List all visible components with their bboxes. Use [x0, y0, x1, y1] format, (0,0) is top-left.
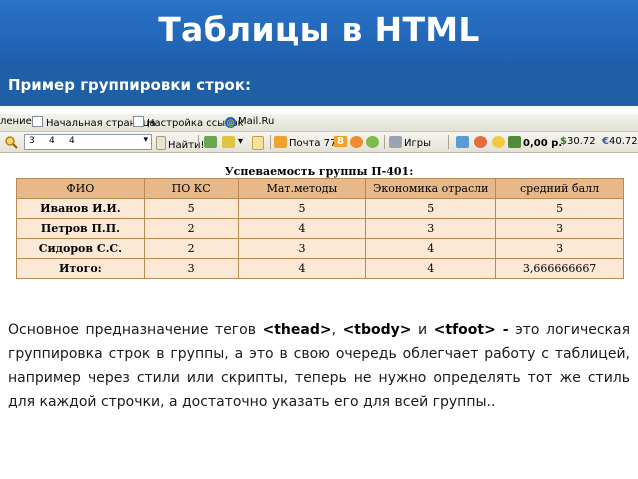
grade-cell: 5 [143, 198, 239, 219]
grade-cell: 5 [365, 198, 497, 219]
grade-cell: 3 [237, 238, 367, 259]
grades-table: ФИО ПО КС Мат.методы Экономика отрасли с… [16, 178, 624, 279]
average-cell: 5 [495, 198, 624, 219]
table-footer-row: Итого: 3 4 4 3,666666667 [16, 258, 624, 279]
average-cell: 3 [495, 218, 624, 239]
games-button[interactable]: Игры [389, 136, 431, 149]
toolbar-separator [198, 135, 199, 149]
table-caption: Успеваемость группы П-401: [224, 165, 414, 178]
toolbar-dropdown-icon[interactable]: ▾ [238, 136, 243, 147]
tbody-tag: <tbody> [342, 322, 412, 338]
money-button[interactable]: 0,00 р. [508, 136, 562, 149]
dollar-icon: $ [560, 136, 567, 147]
eur-rate[interactable]: €40.72 [602, 136, 638, 147]
gamepad-icon [389, 136, 402, 148]
student-name-cell: Сидоров С.С. [16, 238, 145, 259]
column-header: ФИО [16, 178, 145, 199]
bookmarks-bar: ление Начальная страница Настройка ссыло… [0, 114, 638, 132]
slide-title: Таблицы в HTML [158, 10, 480, 49]
grade-cell: 2 [143, 238, 239, 259]
total-label-cell: Итого: [16, 258, 145, 279]
column-header: средний балл [495, 178, 624, 199]
total-average-cell: 3,666666667 [495, 258, 624, 279]
table-body: Иванов И.И. 5 5 5 5 Петров П.П. 2 4 3 3 … [16, 198, 624, 259]
column-header: Экономика отрасли [365, 178, 497, 199]
average-cell: 3 [495, 238, 624, 259]
column-header: ПО КС [143, 178, 239, 199]
mail-button[interactable]: Почта 77 [274, 136, 336, 149]
bookmark-item[interactable]: @ Mail.Ru [225, 116, 274, 128]
grade-cell: 2 [143, 218, 239, 239]
search-icon[interactable] [4, 135, 20, 152]
browser-screenshot: ление Начальная страница Настройка ссыло… [0, 114, 638, 296]
wallet-icon [508, 136, 521, 148]
student-name-cell: Петров П.П. [16, 218, 145, 239]
thead-tag: <thead> [262, 322, 332, 338]
page-icon [133, 116, 144, 127]
description-text: Основное предназначение тегов <thead>, <… [8, 322, 630, 410]
toolbar: 3 4 4 ▾ Найти! ▾ Почта 77 8 Игры 0,00 р.… [0, 132, 638, 153]
mail-badge[interactable]: 8 [334, 136, 347, 147]
total-cell: 3 [143, 258, 239, 279]
page-icon [32, 116, 43, 127]
slide-subtitle: Пример группировки строк: [8, 76, 252, 94]
search-input[interactable]: 3 4 4 ▾ [24, 134, 152, 150]
toolbar-separator [270, 135, 271, 149]
grade-cell: 3 [365, 218, 497, 239]
student-name-cell: Иванов И.И. [16, 198, 145, 219]
mailru-icon: @ [225, 117, 236, 128]
table-row: Сидоров С.С. 2 3 4 3 [16, 238, 624, 259]
agent-icon[interactable] [350, 136, 365, 149]
table-row: Петров П.П. 2 4 3 3 [16, 218, 624, 239]
agent-status-icon[interactable] [366, 136, 381, 149]
weather-icon[interactable] [492, 136, 507, 149]
total-cell: 4 [365, 258, 497, 279]
column-header: Мат.методы [237, 178, 367, 199]
grade-cell: 4 [365, 238, 497, 259]
table-header-row: ФИО ПО КС Мат.методы Экономика отрасли с… [16, 178, 624, 199]
table-foot: Итого: 3 4 4 3,666666667 [16, 258, 624, 279]
note-icon[interactable] [252, 136, 266, 151]
spell-icon[interactable] [204, 136, 219, 149]
photo-icon[interactable] [456, 136, 471, 149]
bookmark-item[interactable]: ление [0, 116, 32, 127]
highlight-icon[interactable] [222, 136, 237, 149]
table-row: Иванов И.И. 5 5 5 5 [16, 198, 624, 219]
euro-icon: € [602, 136, 609, 147]
envelope-icon [274, 136, 287, 148]
table-head: ФИО ПО КС Мат.методы Экономика отрасли с… [16, 178, 624, 199]
find-icon [156, 136, 166, 150]
chevron-down-icon[interactable]: ▾ [143, 135, 148, 145]
grade-cell: 5 [237, 198, 367, 219]
total-cell: 4 [237, 258, 367, 279]
grade-cell: 4 [237, 218, 367, 239]
tfoot-tag: <tfoot> - [433, 322, 509, 338]
music-icon[interactable] [474, 136, 489, 149]
usd-rate[interactable]: $30.72 [560, 136, 596, 147]
toolbar-separator [448, 135, 449, 149]
toolbar-separator [384, 135, 385, 149]
